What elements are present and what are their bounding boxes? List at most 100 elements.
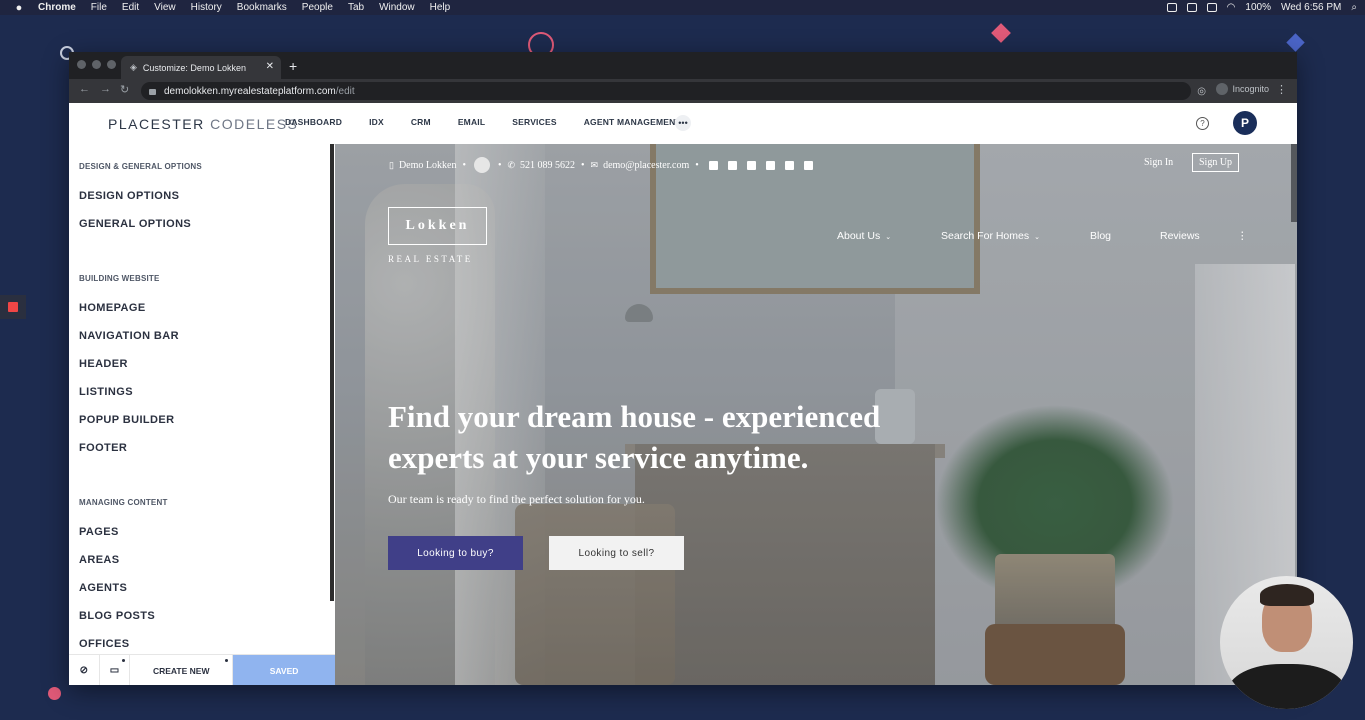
- hero-title: Find your dream house - experienced expe…: [388, 399, 881, 475]
- webcam-overlay: [1220, 576, 1353, 709]
- tab-title: Customize: Demo Lokken: [142, 62, 246, 73]
- url-host: demolokken.myrealestateplatform.com: [164, 85, 336, 97]
- chevron-down-icon: ⌄: [1034, 234, 1040, 241]
- facebook-icon[interactable]: [708, 160, 718, 170]
- site-phone[interactable]: 521 089 5622: [520, 160, 575, 171]
- sidebar-item-agents[interactable]: AGENTS: [79, 582, 127, 594]
- eye-off-icon[interactable]: ◎: [1197, 86, 1206, 97]
- sidebar-item-popup-builder[interactable]: POPUP BUILDER: [79, 414, 174, 426]
- sign-in-link[interactable]: Sign In: [1144, 157, 1173, 168]
- menu-history[interactable]: History: [191, 2, 222, 13]
- site-nav-about[interactable]: About Us ⌄: [837, 230, 891, 242]
- site-nav-about-label: About Us: [837, 230, 881, 242]
- saved-button[interactable]: SAVED: [233, 655, 335, 685]
- sign-up-button[interactable]: Sign Up: [1192, 153, 1240, 172]
- sidebar-item-footer[interactable]: FOOTER: [79, 442, 127, 454]
- site-email[interactable]: demo@placester.com: [603, 160, 689, 171]
- sidebar-item-general-options[interactable]: GENERAL OPTIONS: [79, 218, 191, 230]
- device-preview-button[interactable]: ▭: [100, 655, 131, 685]
- sidebar-item-homepage[interactable]: HOMEPAGE: [79, 302, 146, 314]
- youtube-icon[interactable]: [803, 160, 813, 170]
- menu-tab[interactable]: Tab: [348, 2, 364, 13]
- looking-to-buy-button[interactable]: Looking to buy?: [388, 536, 523, 570]
- incognito-icon: [1216, 83, 1229, 95]
- desktop-icon: ▭: [109, 665, 120, 676]
- sidebar-item-blog-posts[interactable]: BLOG POSTS: [79, 610, 155, 622]
- nav-services[interactable]: SERVICES: [512, 117, 556, 127]
- menu-bookmarks[interactable]: Bookmarks: [237, 2, 287, 13]
- status-app-icon[interactable]: [1166, 3, 1177, 12]
- menu-app-chrome[interactable]: Chrome: [38, 2, 76, 13]
- new-tab-icon[interactable]: +: [289, 58, 297, 74]
- sidebar-item-navigation-bar[interactable]: NAVIGATION BAR: [79, 330, 179, 342]
- incognito-profile[interactable]: Incognito: [1216, 83, 1269, 95]
- pinterest-icon[interactable]: [746, 160, 756, 170]
- status-app-icon[interactable]: [1206, 3, 1217, 12]
- menu-help[interactable]: Help: [430, 2, 451, 13]
- brand-logo[interactable]: PLACESTER CODELESS: [108, 116, 298, 132]
- menu-file[interactable]: File: [91, 2, 107, 13]
- site-logo-subtitle: REAL ESTATE: [388, 254, 473, 264]
- dropdown-dot: [225, 659, 229, 662]
- sidebar-item-pages[interactable]: PAGES: [79, 526, 119, 538]
- minimize-window-icon[interactable]: [92, 60, 101, 69]
- site-nav-more-icon[interactable]: ⋮: [1237, 230, 1248, 242]
- linkedin-icon[interactable]: [727, 160, 737, 170]
- sidebar-item-listings[interactable]: LISTINGS: [79, 386, 133, 398]
- app-header: PLACESTER CODELESS DASHBOARD IDX CRM EMA…: [69, 103, 1297, 145]
- sidebar-item-areas[interactable]: AREAS: [79, 554, 120, 566]
- menu-view[interactable]: View: [154, 2, 176, 13]
- sidebar-item-header[interactable]: HEADER: [79, 358, 128, 370]
- address-bar[interactable]: demolokken.myrealestateplatform.com/edit: [141, 82, 1191, 100]
- create-new-button[interactable]: CREATE NEW: [130, 655, 234, 685]
- browser-menu-icon[interactable]: ⋮: [1276, 83, 1287, 96]
- preview-scrollbar[interactable]: [1291, 144, 1297, 222]
- site-top-name[interactable]: Demo Lokken: [399, 160, 457, 171]
- zoom-window-icon[interactable]: [107, 60, 116, 69]
- twitter-icon[interactable]: [765, 160, 775, 170]
- site-nav-reviews[interactable]: Reviews: [1160, 230, 1200, 242]
- status-app-icon[interactable]: [1186, 3, 1197, 12]
- site-nav-search[interactable]: Search For Homes ⌄: [941, 230, 1040, 242]
- nav-idx[interactable]: IDX: [369, 117, 384, 127]
- dropdown-dot: [122, 659, 126, 662]
- more-nav-button[interactable]: •••: [675, 115, 691, 131]
- tab-favicon-icon: ◈: [130, 62, 137, 72]
- back-icon[interactable]: ←: [79, 83, 90, 95]
- nav-crm[interactable]: CRM: [411, 117, 431, 127]
- spotlight-search-icon[interactable]: ⌕: [1351, 2, 1357, 13]
- browser-tab[interactable]: ◈ Customize: Demo Lokken ✕: [121, 56, 281, 79]
- site-preview: ▯ Demo Lokken • • ✆ 521 089 5622 • ✉ dem…: [335, 144, 1297, 685]
- nav-email[interactable]: EMAIL: [458, 117, 485, 127]
- apple-icon[interactable]: ●: [12, 1, 26, 15]
- screen-record-stop-button[interactable]: [0, 295, 26, 319]
- sidebar-scrollbar[interactable]: [330, 144, 334, 601]
- close-tab-icon[interactable]: ✕: [266, 61, 274, 72]
- user-avatar[interactable]: P: [1233, 111, 1257, 135]
- vimeo-icon[interactable]: [784, 160, 794, 170]
- site-logo[interactable]: Lokken: [388, 207, 487, 245]
- incognito-label: Incognito: [1232, 84, 1269, 94]
- menubar-clock[interactable]: Wed 6:56 PM: [1281, 2, 1341, 13]
- separator: •: [497, 159, 502, 171]
- nav-dashboard[interactable]: DASHBOARD: [285, 117, 342, 127]
- hide-preview-button[interactable]: ⊘: [69, 655, 100, 685]
- reload-icon[interactable]: ↻: [120, 83, 129, 96]
- url-path: /edit: [335, 85, 355, 97]
- lock-icon: [149, 89, 156, 95]
- nav-agent-management[interactable]: AGENT MANAGEMENT: [584, 117, 681, 127]
- wifi-icon[interactable]: ◠: [1227, 2, 1236, 13]
- menu-people[interactable]: People: [302, 2, 333, 13]
- sidebar-item-offices[interactable]: OFFICES: [79, 638, 129, 650]
- menu-window[interactable]: Window: [379, 2, 415, 13]
- site-topbar: ▯ Demo Lokken • • ✆ 521 089 5622 • ✉ dem…: [389, 157, 813, 173]
- sidebar-item-design-options[interactable]: DESIGN OPTIONS: [79, 190, 179, 202]
- site-nav-blog[interactable]: Blog: [1090, 230, 1111, 242]
- social-links: [708, 160, 813, 170]
- help-icon[interactable]: ?: [1196, 117, 1209, 130]
- looking-to-sell-button[interactable]: Looking to sell?: [549, 536, 684, 570]
- close-window-icon[interactable]: [77, 60, 86, 69]
- menu-edit[interactable]: Edit: [122, 2, 139, 13]
- agent-avatar[interactable]: [473, 157, 490, 173]
- forward-icon[interactable]: →: [100, 83, 111, 95]
